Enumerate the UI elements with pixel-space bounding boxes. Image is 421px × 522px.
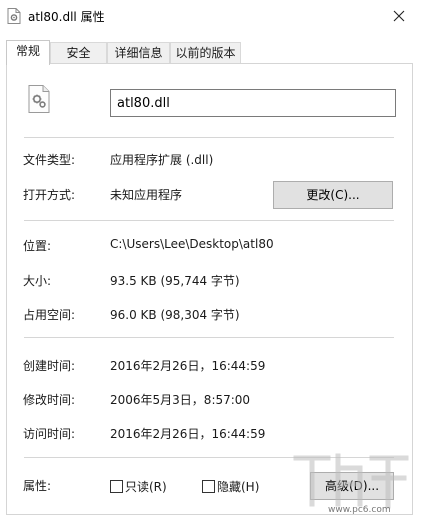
- opens-with-label: 打开方式:: [23, 188, 76, 202]
- tab-previous-versions[interactable]: 以前的版本: [170, 42, 241, 64]
- file-name-input[interactable]: [110, 89, 396, 117]
- readonly-checkbox[interactable]: [110, 480, 123, 493]
- size-on-disk-value: 96.0 KB (98,304 字节): [110, 308, 240, 322]
- size-value: 93.5 KB (95,744 字节): [110, 274, 240, 288]
- attributes-label: 属性:: [23, 479, 52, 493]
- file-type-label: 文件类型:: [23, 153, 76, 167]
- window-title: atl80.dll 属性: [28, 10, 105, 24]
- location-label: 位置:: [23, 239, 52, 253]
- size-label: 大小:: [23, 274, 52, 288]
- hidden-label[interactable]: 隐藏(H): [217, 478, 259, 495]
- title-bar: atl80.dll 属性: [0, 0, 421, 32]
- file-type-value: 应用程序扩展 (.dll): [110, 153, 214, 167]
- separator: [24, 337, 394, 338]
- modified-value: 2006年5月3日，8:57:00: [110, 393, 251, 407]
- created-label: 创建时间:: [23, 359, 76, 373]
- modified-label: 修改时间:: [23, 393, 76, 407]
- close-button[interactable]: [377, 0, 421, 32]
- size-on-disk-label: 占用空间:: [23, 308, 76, 322]
- created-value: 2016年2月26日，16:44:59: [110, 359, 266, 373]
- close-icon: [393, 10, 405, 22]
- file-gear-icon: [7, 8, 21, 24]
- location-value: C:\Users\Lee\Desktop\atl80: [110, 237, 274, 251]
- hidden-checkbox[interactable]: [202, 480, 215, 493]
- readonly-label[interactable]: 只读(R): [125, 478, 167, 495]
- opens-with-value: 未知应用程序: [110, 188, 183, 202]
- separator: [24, 220, 394, 221]
- watermark-text: www.pc6.com: [328, 505, 391, 515]
- tab-details[interactable]: 详细信息: [107, 42, 170, 64]
- dll-file-icon: [28, 85, 50, 113]
- change-button[interactable]: 更改(C)...: [273, 181, 393, 209]
- tab-security[interactable]: 安全: [50, 42, 107, 64]
- tab-general[interactable]: 常规: [6, 40, 50, 65]
- accessed-value: 2016年2月26日，16:44:59: [110, 427, 266, 441]
- accessed-label: 访问时间:: [23, 427, 76, 441]
- separator: [24, 137, 394, 138]
